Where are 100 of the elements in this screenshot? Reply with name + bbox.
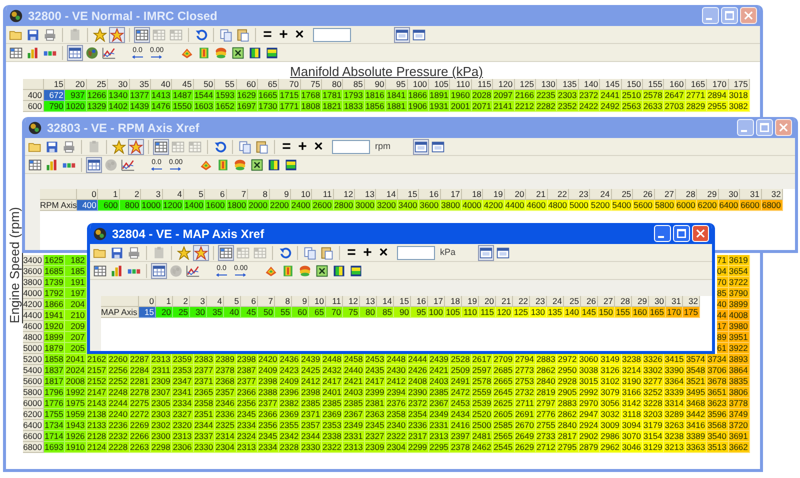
table-cell[interactable]: 2302 (150, 420, 172, 431)
toolbar-button[interactable] (314, 262, 330, 278)
table-cell[interactable]: 2367 (429, 398, 450, 409)
table-cell[interactable]: 2366 (236, 387, 258, 398)
table-cell[interactable]: 1796 (44, 387, 66, 398)
table-cell[interactable]: 2712 (536, 442, 558, 453)
table-cell[interactable]: 3032 (600, 409, 622, 420)
table-cell[interactable]: 2605 (493, 409, 515, 420)
table-cell[interactable]: 160 (632, 307, 649, 318)
table-cell[interactable]: 1739 (44, 277, 66, 288)
table-cell[interactable]: 2322 (322, 442, 344, 453)
table-cell[interactable]: 3166 (622, 387, 643, 398)
table-cell[interactable]: 2354 (408, 409, 430, 420)
table-cell[interactable]: 3980 (728, 321, 750, 332)
table-cell[interactable]: 2970 (578, 398, 600, 409)
table-cell[interactable]: 2260 (108, 354, 130, 365)
table-cell[interactable]: 210 (65, 310, 87, 321)
table-cell[interactable]: 2383 (194, 354, 216, 365)
table-cell[interactable]: 2256 (108, 365, 130, 376)
table-cell[interactable]: 1544 (194, 90, 216, 101)
table-cell[interactable]: 3079 (600, 387, 622, 398)
table-cell[interactable]: 1841 (386, 90, 408, 101)
table-cell[interactable]: 1975 (65, 398, 87, 409)
operator-button[interactable]: = (279, 138, 294, 154)
operator-button[interactable]: × (376, 244, 391, 260)
table-cell[interactable]: 1487 (172, 90, 194, 101)
table-cell[interactable]: 2423 (279, 365, 301, 376)
table-cell[interactable]: 1920 (44, 321, 66, 332)
table-cell[interactable]: 2401 (322, 387, 344, 398)
input-field[interactable] (313, 28, 351, 42)
table-cell[interactable]: 2563 (622, 101, 643, 112)
table-cell[interactable]: 2071 (472, 101, 494, 112)
table-cell[interactable]: 2232 (108, 431, 130, 442)
table-cell[interactable]: 2924 (578, 420, 600, 431)
table-cell[interactable]: 1866 (408, 90, 430, 101)
table-cell[interactable]: 3015 (578, 376, 600, 387)
table-cell[interactable]: 105 (445, 307, 462, 318)
table-cell[interactable]: 2252 (108, 376, 130, 387)
table-cell[interactable]: 1413 (150, 90, 172, 101)
table-cell[interactable]: 2434 (450, 409, 472, 420)
table-cell[interactable]: 2330 (300, 442, 322, 453)
table-cell[interactable]: 3722 (728, 277, 750, 288)
table-cell[interactable]: 3102 (600, 376, 622, 387)
table-cell[interactable]: 2353 (322, 420, 344, 431)
table-cell[interactable]: 2432 (322, 365, 344, 376)
table-cell[interactable]: 3190 (622, 376, 643, 387)
table-cell[interactable]: 170 (666, 307, 683, 318)
table-cell[interactable]: 3389 (686, 431, 708, 442)
table-cell[interactable]: 2344 (194, 420, 216, 431)
table-cell[interactable]: 2578 (642, 90, 664, 101)
table-cell[interactable]: 2585 (493, 420, 515, 431)
table-cell[interactable]: 2597 (472, 365, 494, 376)
table-cell[interactable]: 2371 (300, 409, 322, 420)
table-cell[interactable]: 1625 (44, 255, 66, 266)
table-cell[interactable]: 70 (716, 277, 728, 288)
table-cell[interactable]: 2278 (130, 387, 151, 398)
table-cell[interactable]: 2388 (258, 387, 280, 398)
table-cell[interactable]: 3734 (707, 354, 728, 365)
table-cell[interactable]: 2412 (300, 376, 322, 387)
toolbar-button[interactable] (394, 26, 410, 42)
maximize-button[interactable] (756, 119, 773, 136)
table-cell[interactable]: 2894 (707, 90, 728, 101)
operator-button[interactable]: = (344, 244, 359, 260)
table-cell[interactable]: 2275 (130, 398, 151, 409)
table-cell[interactable]: 3200 (376, 200, 398, 211)
table-cell[interactable]: 1817 (44, 376, 66, 387)
table-cell[interactable]: 2344 (300, 431, 322, 442)
table-cell[interactable]: 2340 (386, 420, 408, 431)
table-cell[interactable]: 1941 (44, 310, 66, 321)
table-cell[interactable]: 2500 (472, 420, 494, 431)
table-cell[interactable]: 3651 (707, 387, 728, 398)
table-cell[interactable]: 2166 (514, 90, 536, 101)
toolbar-button[interactable] (84, 44, 100, 60)
table-cell[interactable]: 2385 (429, 387, 450, 398)
table-cell[interactable]: 2235 (536, 90, 558, 101)
table-cell[interactable]: 2400 (290, 200, 312, 211)
table-cell[interactable]: 5200 (590, 200, 612, 211)
table-cell[interactable]: 2349 (343, 420, 365, 431)
table-cell[interactable]: 2287 (130, 354, 151, 365)
table-cell[interactable]: 6200 (697, 200, 719, 211)
table-cell[interactable]: 3691 (728, 431, 750, 442)
table-cell[interactable]: 2236 (108, 420, 130, 431)
table-cell[interactable]: 2282 (536, 101, 558, 112)
table-cell[interactable]: 2363 (364, 409, 386, 420)
table-cell[interactable]: 2365 (194, 387, 216, 398)
table-cell[interactable]: 2817 (557, 431, 579, 442)
table-cell[interactable]: 2398 (236, 354, 258, 365)
table-cell[interactable]: 400 (77, 200, 98, 211)
table-cell[interactable]: 2436 (279, 354, 301, 365)
table-cell[interactable]: 1400 (184, 200, 206, 211)
table-cell[interactable]: 2352 (557, 101, 579, 112)
table-cell[interactable]: 2439 (429, 354, 450, 365)
table-cell[interactable]: 1771 (279, 101, 301, 112)
table-cell[interactable]: 672 (44, 90, 66, 101)
table-cell[interactable]: 2228 (108, 442, 130, 453)
table-cell[interactable]: 1910 (65, 442, 87, 453)
table-cell[interactable]: 80 (360, 307, 377, 318)
table-cell[interactable]: 1959 (65, 409, 87, 420)
table-cell[interactable]: 2685 (493, 365, 515, 376)
toolbar-button[interactable] (218, 244, 234, 260)
